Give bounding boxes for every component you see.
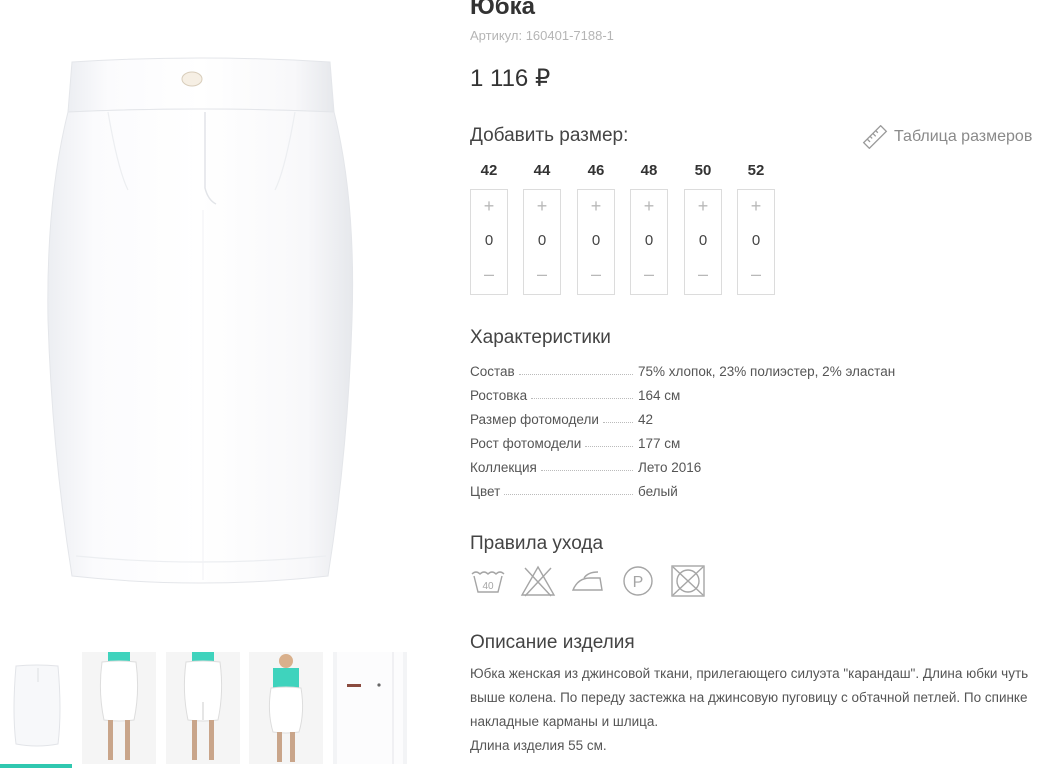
size-label: 52 xyxy=(747,162,765,179)
size-selector-44: 44 + 0 – xyxy=(523,162,561,295)
size-label: 46 xyxy=(587,162,605,179)
characteristic-row: Ростовка 164 см xyxy=(470,383,950,407)
quantity-value[interactable]: 0 xyxy=(685,232,721,249)
decrement-button[interactable]: – xyxy=(738,264,774,285)
description-heading: Описание изделия xyxy=(470,632,635,653)
ruler-icon xyxy=(862,125,888,149)
characteristic-row: Цвет белый xyxy=(470,479,950,503)
main-product-image[interactable] xyxy=(0,20,410,610)
characteristic-value: белый xyxy=(638,483,678,499)
quantity-stepper: + 0 – xyxy=(737,189,775,295)
characteristic-key: Состав xyxy=(470,363,515,379)
characteristic-row: Размер фотомодели 42 xyxy=(470,407,950,431)
size-table-link[interactable]: Таблица размеров xyxy=(862,125,1032,149)
quantity-value[interactable]: 0 xyxy=(631,232,667,249)
characteristics-heading: Характеристики xyxy=(470,327,611,348)
decrement-button[interactable]: – xyxy=(524,264,560,285)
iron-icon xyxy=(571,571,603,591)
wash-40-icon: 40 xyxy=(471,571,505,593)
product-description: Юбка женская из джинсовой ткани, прилега… xyxy=(470,662,1045,758)
decrement-button[interactable]: – xyxy=(578,264,614,285)
increment-button[interactable]: + xyxy=(524,196,560,217)
svg-text:P: P xyxy=(633,574,644,591)
characteristic-key: Коллекция xyxy=(470,459,537,475)
thumbnail-2[interactable] xyxy=(82,652,156,764)
no-tumble-dry-icon xyxy=(671,565,705,597)
active-thumbnail-indicator xyxy=(0,764,72,768)
thumbnail-3[interactable] xyxy=(166,652,240,764)
increment-button[interactable]: + xyxy=(738,196,774,217)
size-label: 42 xyxy=(480,162,498,179)
professional-clean-p-icon: P xyxy=(623,566,653,596)
characteristic-value: 164 см xyxy=(638,387,681,403)
quantity-value[interactable]: 0 xyxy=(471,232,507,249)
description-text: Юбка женская из джинсовой ткани, прилега… xyxy=(470,666,1029,729)
characteristic-row: Состав 75% хлопок, 23% полиэстер, 2% эла… xyxy=(470,359,950,383)
size-selector-48: 48 + 0 – xyxy=(630,162,668,295)
increment-button[interactable]: + xyxy=(471,196,507,217)
quantity-value[interactable]: 0 xyxy=(524,232,560,249)
product-title: Юбка xyxy=(470,0,535,20)
thumbnail-4[interactable] xyxy=(249,652,323,764)
product-price: 1 116 ₽ xyxy=(470,65,551,92)
care-heading: Правила ухода xyxy=(470,533,604,554)
characteristic-key: Размер фотомодели xyxy=(470,411,599,427)
size-selector-52: 52 + 0 – xyxy=(737,162,775,295)
characteristic-row: Коллекция Лето 2016 xyxy=(470,455,950,479)
quantity-stepper: + 0 – xyxy=(630,189,668,295)
quantity-value[interactable]: 0 xyxy=(578,232,614,249)
size-selector-46: 46 + 0 – xyxy=(577,162,615,295)
size-label: 48 xyxy=(640,162,658,179)
characteristics-list: Состав 75% хлопок, 23% полиэстер, 2% эла… xyxy=(470,359,950,503)
thumbnail-5[interactable] xyxy=(333,652,407,764)
increment-button[interactable]: + xyxy=(578,196,614,217)
size-selector-42: 42 + 0 – xyxy=(470,162,508,295)
size-selector-50: 50 + 0 – xyxy=(684,162,722,295)
quantity-stepper: + 0 – xyxy=(523,189,561,295)
product-sku: Артикул: 160401-7188-1 xyxy=(470,28,614,43)
characteristic-value: 75% хлопок, 23% полиэстер, 2% эластан xyxy=(638,363,896,379)
size-table-label: Таблица размеров xyxy=(894,128,1033,145)
characteristic-value: Лето 2016 xyxy=(638,459,702,475)
characteristic-key: Цвет xyxy=(470,483,501,499)
care-icons: 40 P xyxy=(470,564,706,598)
svg-text:40: 40 xyxy=(482,581,494,592)
no-bleach-icon xyxy=(520,565,556,597)
characteristic-value: 177 см xyxy=(638,435,681,451)
quantity-stepper: + 0 – xyxy=(684,189,722,295)
thumbnail-strip xyxy=(0,650,440,771)
quantity-value[interactable]: 0 xyxy=(738,232,774,249)
quantity-stepper: + 0 – xyxy=(577,189,615,295)
decrement-button[interactable]: – xyxy=(471,264,507,285)
characteristic-key: Рост фотомодели xyxy=(470,435,582,451)
decrement-button[interactable]: – xyxy=(685,264,721,285)
increment-button[interactable]: + xyxy=(631,196,667,217)
description-length: Длина изделия 55 см. xyxy=(470,738,607,753)
decrement-button[interactable]: – xyxy=(631,264,667,285)
increment-button[interactable]: + xyxy=(685,196,721,217)
add-size-heading: Добавить размер: xyxy=(470,125,629,146)
characteristic-value: 42 xyxy=(638,411,654,427)
characteristic-key: Ростовка xyxy=(470,387,528,403)
size-label: 44 xyxy=(533,162,551,179)
size-label: 50 xyxy=(694,162,712,179)
thumbnail-1[interactable] xyxy=(0,652,74,764)
characteristic-row: Рост фотомодели 177 см xyxy=(470,431,950,455)
quantity-stepper: + 0 – xyxy=(470,189,508,295)
